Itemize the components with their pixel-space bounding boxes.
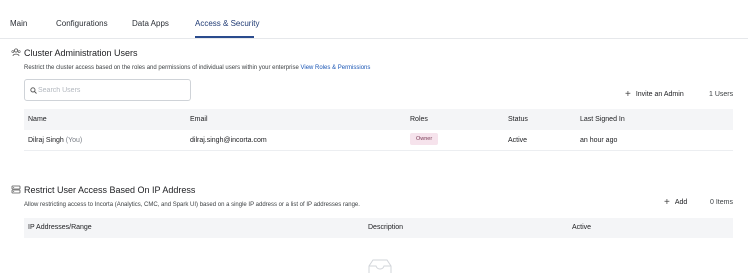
ip-section-description: Allow restricting access to Incorta (Ana… [24,202,360,208]
users-section-title: Cluster Administration Users [24,48,138,58]
column-header-name[interactable]: Name [28,116,47,123]
invite-admin-button[interactable]: + Invite an Admin [625,89,684,100]
user-name-cell: Dilraj Singh (You) [28,137,82,144]
tab-main[interactable]: Main [10,19,27,28]
user-last-signed-in: an hour ago [580,137,618,144]
tab-configurations[interactable]: Configurations [56,19,108,28]
tab-bar: Main Configurations Data Apps Access & S… [0,0,748,39]
add-ip-button[interactable]: + Add [664,197,688,208]
user-name: Dilraj Singh [28,137,64,144]
tab-data-apps[interactable]: Data Apps [132,19,169,28]
tab-access-security[interactable]: Access & Security [195,19,259,28]
users-group-icon [11,48,21,57]
you-indicator: (You) [65,137,83,144]
column-header-description[interactable]: Description [368,224,403,231]
table-row[interactable] [24,130,733,151]
user-email: dilraj.singh@incorta.com [190,137,267,144]
search-users-box[interactable] [24,79,191,101]
view-roles-permissions-link[interactable]: View Roles & Permissions [300,65,370,71]
invite-admin-label: Invite an Admin [635,91,684,98]
empty-inbox-icon [368,259,392,273]
column-header-active[interactable]: Active [572,224,591,231]
plus-icon: + [625,89,631,100]
active-tab-indicator [195,36,254,38]
ip-items-count: 0 Items [710,199,733,206]
ip-table-header: IP Addresses/Range Description Active [24,218,733,238]
plus-icon: + [664,197,670,208]
users-table-header: Name Email Roles Status Last Signed In [24,109,733,130]
column-header-ip-range[interactable]: IP Addresses/Range [28,224,92,231]
column-header-status[interactable]: Status [508,116,528,123]
add-ip-label: Add [674,199,688,206]
user-status: Active [508,137,528,144]
ip-section-title: Restrict User Access Based On IP Address [24,185,196,195]
users-count: 1 Users [709,91,734,98]
column-header-last-signed-in[interactable]: Last Signed In [580,116,625,123]
server-icon [11,185,21,194]
users-description-text: Restrict the cluster access based on the… [24,65,299,71]
column-header-email[interactable]: Email [190,116,208,123]
role-badge: Owner [410,133,439,145]
search-icon [30,87,37,94]
search-users-input[interactable] [38,83,186,98]
column-header-roles[interactable]: Roles [410,116,428,123]
users-section-description: Restrict the cluster access based on the… [24,65,370,71]
